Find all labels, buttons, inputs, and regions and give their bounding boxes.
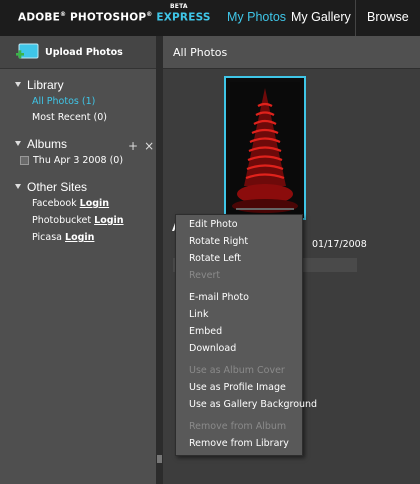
app-logo: ADOBE® PHOTOSHOP® EXPRESS BETA <box>18 3 211 24</box>
menu-item-use-as-profile-image[interactable]: Use as Profile Image <box>189 382 286 393</box>
other-sites-section-header[interactable]: Other Sites <box>15 180 87 194</box>
menu-item-use-as-album-cover: Use as Album Cover <box>189 365 285 376</box>
sidebar: Upload Photos Library All Photos (1) Mos… <box>0 36 156 484</box>
nav-divider <box>355 0 356 36</box>
library-section-header[interactable]: Library <box>15 78 64 92</box>
upload-photos-button[interactable]: Upload Photos <box>0 36 156 69</box>
collapse-triangle-icon <box>15 82 21 88</box>
sidebar-item-picasa: Picasa Login <box>32 232 95 243</box>
picasa-login-link[interactable]: Login <box>65 232 94 243</box>
remove-album-icon[interactable]: × <box>144 139 154 153</box>
sidebar-item-facebook: Facebook Login <box>32 198 110 209</box>
splitter-grip-icon[interactable] <box>157 455 162 463</box>
menu-item-rotate-left[interactable]: Rotate Left <box>189 253 241 264</box>
photo-thumbnail[interactable] <box>224 76 306 220</box>
menu-item-remove-from-library[interactable]: Remove from Library <box>189 438 289 449</box>
main-header: All Photos <box>163 36 420 69</box>
albums-section-header[interactable]: Albums <box>15 137 67 151</box>
menu-item-remove-from-album: Remove from Album <box>189 421 287 432</box>
menu-item-email-photo[interactable]: E-mail Photo <box>189 292 249 303</box>
add-album-icon[interactable]: + <box>128 139 138 153</box>
menu-item-revert: Revert <box>189 270 221 281</box>
photobucket-login-link[interactable]: Login <box>94 215 123 226</box>
page-title: All Photos <box>173 46 228 59</box>
sidebar-item-album[interactable]: Thu Apr 3 2008 (0) <box>20 155 123 166</box>
collapse-triangle-icon <box>15 184 21 190</box>
menu-item-download[interactable]: Download <box>189 343 236 354</box>
photo-image <box>230 82 300 214</box>
collapse-triangle-icon <box>15 141 21 147</box>
nav-my-photos[interactable]: My Photos <box>227 10 286 24</box>
menu-item-link[interactable]: Link <box>189 309 208 320</box>
photo-context-menu: Edit Photo Rotate Right Rotate Left Reve… <box>175 214 317 456</box>
upload-icon <box>16 43 39 59</box>
nav-browse[interactable]: Browse <box>367 10 409 24</box>
photo-date: 01/17/2008 <box>312 239 367 250</box>
beta-badge: BETA <box>170 3 188 10</box>
menu-item-rotate-right[interactable]: Rotate Right <box>189 236 248 247</box>
sidebar-item-most-recent[interactable]: Most Recent (0) <box>32 112 107 123</box>
menu-item-use-as-gallery-background[interactable]: Use as Gallery Background <box>189 399 317 410</box>
menu-item-embed[interactable]: Embed <box>189 326 222 337</box>
upload-photos-label: Upload Photos <box>45 47 123 58</box>
album-checkbox[interactable] <box>20 156 29 165</box>
sidebar-item-photobucket: Photobucket Login <box>32 215 124 226</box>
menu-item-edit-photo[interactable]: Edit Photo <box>189 219 238 230</box>
top-bar: ADOBE® PHOTOSHOP® EXPRESS BETA My Photos… <box>0 0 420 36</box>
facebook-login-link[interactable]: Login <box>80 198 109 209</box>
sidebar-item-all-photos[interactable]: All Photos (1) <box>32 96 95 107</box>
nav-my-gallery[interactable]: My Gallery <box>291 10 351 24</box>
sidebar-splitter[interactable] <box>156 36 163 484</box>
